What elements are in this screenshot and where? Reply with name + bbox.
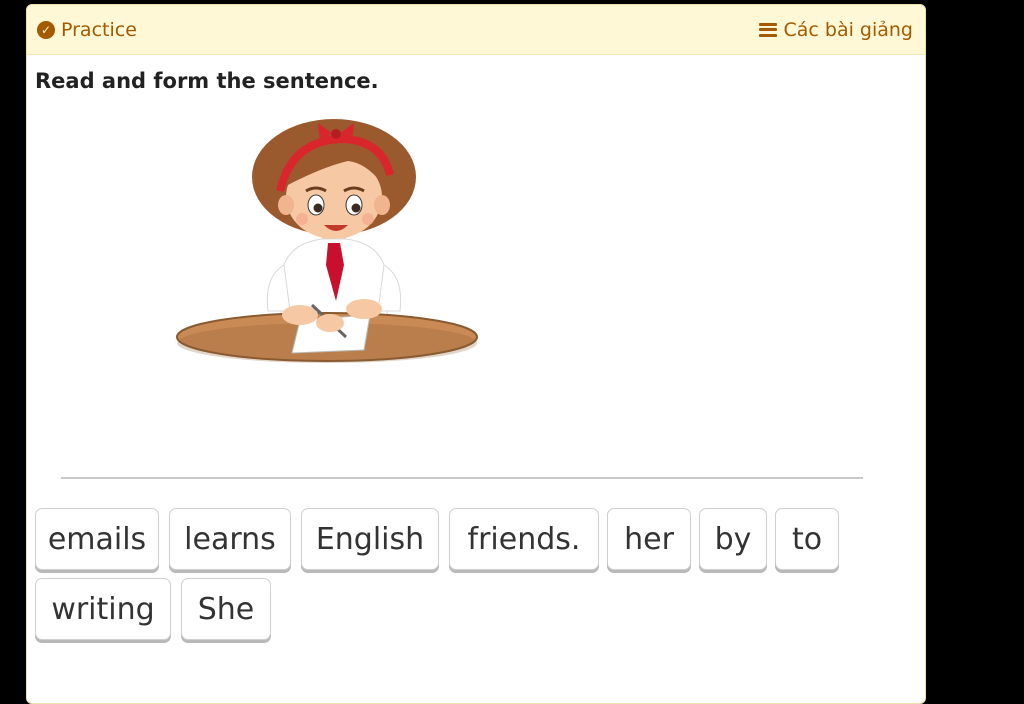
practice-panel: ✓ Practice Các bài giảng Read and form t… bbox=[26, 4, 926, 704]
girl-writing-illustration bbox=[176, 119, 478, 363]
word-tile[interactable]: She bbox=[181, 578, 271, 640]
practice-label: Practice bbox=[61, 18, 137, 41]
lessons-label: Các bài giảng bbox=[783, 18, 913, 41]
panel-header: ✓ Practice Các bài giảng bbox=[27, 5, 925, 55]
practice-tab[interactable]: ✓ Practice bbox=[37, 19, 137, 41]
word-tile[interactable]: by bbox=[699, 508, 767, 570]
lessons-menu-button[interactable]: Các bài giảng bbox=[759, 19, 913, 41]
word-tile[interactable]: to bbox=[775, 508, 839, 570]
divider bbox=[61, 477, 863, 479]
menu-icon bbox=[759, 22, 778, 37]
word-tile[interactable]: emails bbox=[35, 508, 159, 570]
check-circle-icon: ✓ bbox=[37, 20, 55, 39]
word-tile[interactable]: learns bbox=[169, 508, 291, 570]
word-tile[interactable]: English bbox=[301, 508, 439, 570]
word-tile[interactable]: writing bbox=[35, 578, 171, 640]
word-tile[interactable]: her bbox=[607, 508, 691, 570]
word-tile[interactable]: friends. bbox=[449, 508, 599, 570]
instruction-text: Read and form the sentence. bbox=[35, 69, 379, 93]
